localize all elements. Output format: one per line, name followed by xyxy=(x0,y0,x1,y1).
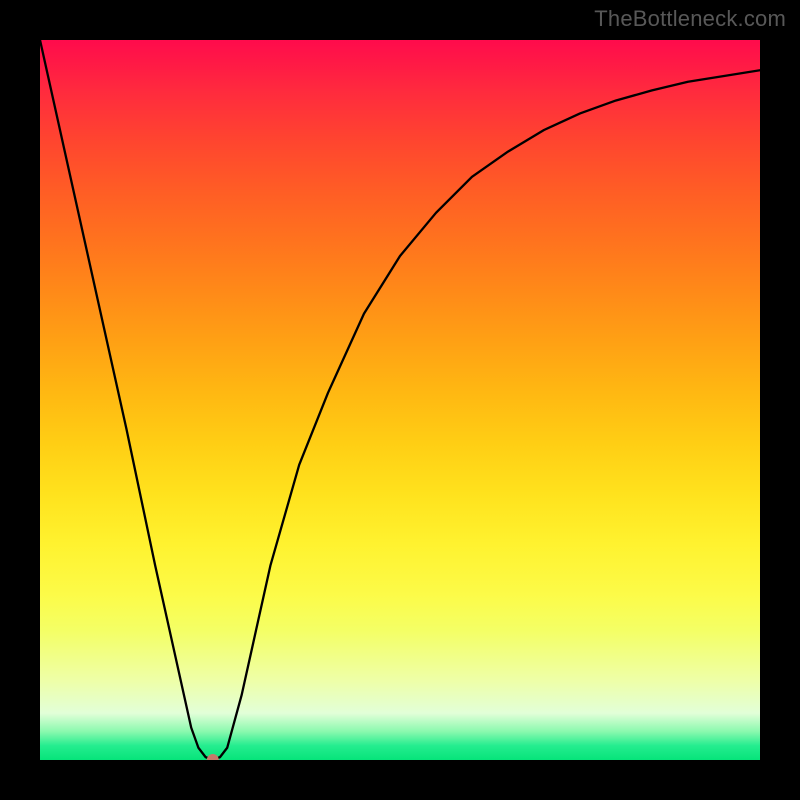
chart-svg xyxy=(40,40,760,760)
plot-area xyxy=(40,40,760,760)
chart-frame: TheBottleneck.com xyxy=(0,0,800,800)
marker-dot xyxy=(207,754,219,760)
watermark-text: TheBottleneck.com xyxy=(594,6,786,32)
bottleneck-curve xyxy=(40,40,760,760)
